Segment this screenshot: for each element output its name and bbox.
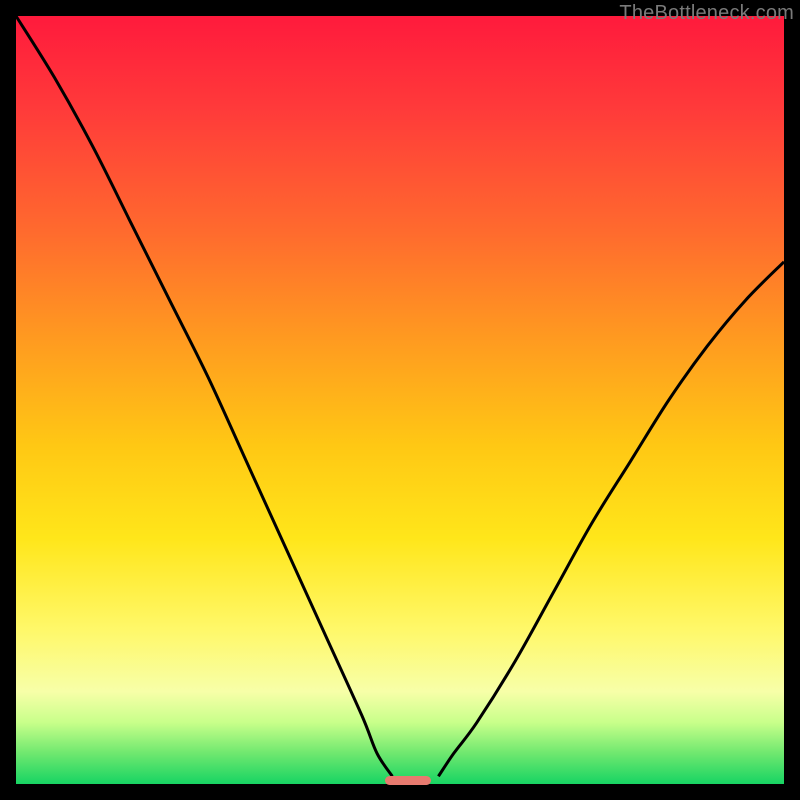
- watermark-text: TheBottleneck.com: [619, 2, 794, 25]
- optimal-marker: [385, 776, 431, 785]
- chart-frame: TheBottleneck.com: [0, 0, 800, 800]
- left-curve-path: [16, 16, 392, 776]
- plot-area: [16, 16, 784, 784]
- right-curve-path: [438, 262, 784, 777]
- bottleneck-curve: [16, 16, 784, 784]
